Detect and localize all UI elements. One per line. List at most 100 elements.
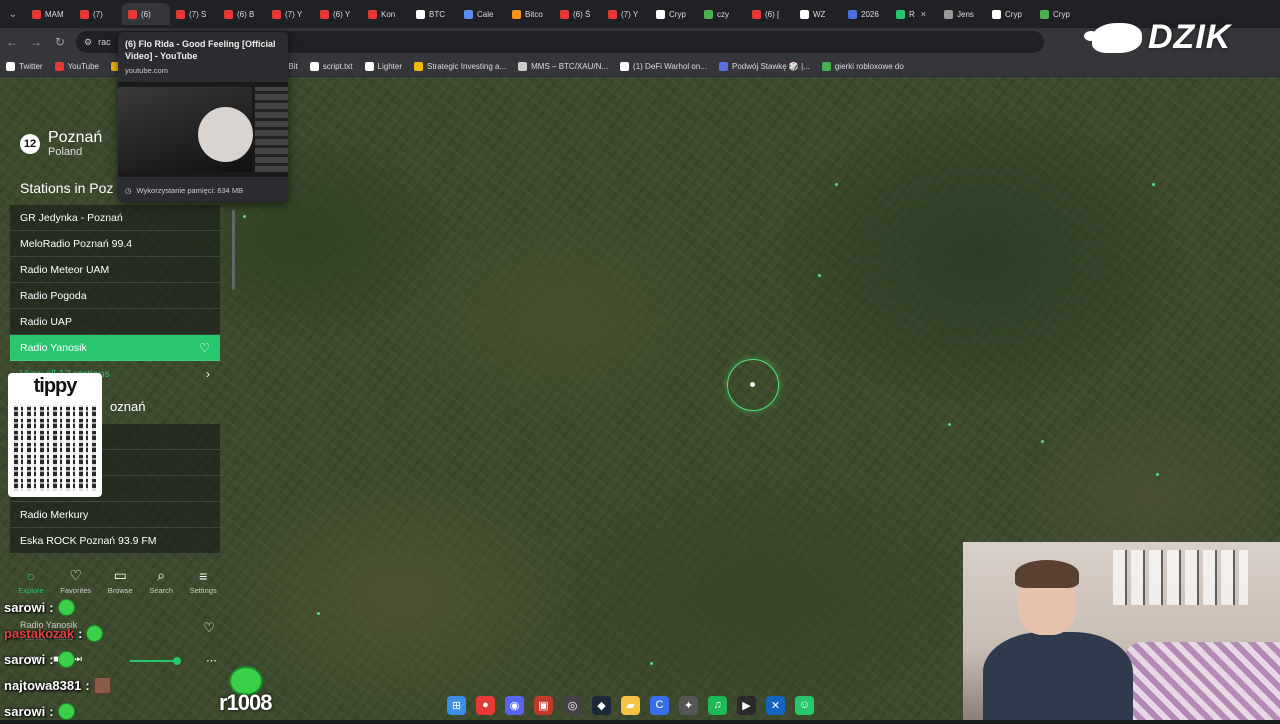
bookmark-item[interactable]: (1) DeFi Warhol on... (614, 61, 713, 71)
app-dark-icon[interactable]: ▶ (737, 695, 756, 715)
station-dot[interactable] (1152, 183, 1155, 186)
tab-label: R (909, 9, 915, 19)
nav-browse[interactable]: ▭ Browse (108, 567, 133, 595)
station-dot[interactable] (1156, 473, 1159, 476)
nearby-station-row[interactable]: Eska ROCK Poznań 93.9 FM (10, 528, 220, 554)
station-dot[interactable] (835, 183, 838, 186)
bookmark-item[interactable]: Podwój Stawkę 🎲 |... (713, 61, 816, 71)
station-row[interactable]: Radio Pogoda (10, 283, 220, 309)
bookmark-label: Twitter (19, 61, 43, 71)
tab-search-chevron-icon[interactable]: ⌄ (0, 9, 26, 20)
station-dot[interactable] (317, 612, 320, 615)
favorite-heart-icon[interactable]: ♡ (199, 341, 210, 355)
explore-icon: ○ (26, 567, 36, 584)
browser-tab[interactable]: Kon (362, 3, 410, 25)
tab-favicon-icon (320, 9, 329, 19)
chat-message: sarowi: (4, 594, 224, 620)
browser-tab[interactable]: Cale (458, 3, 506, 25)
hover-card-title: (6) Flo Rida - Good Feeling [Official Vi… (125, 39, 276, 61)
tippy-logo: tippy (33, 375, 78, 397)
browser-tab[interactable]: Cryp (650, 3, 698, 25)
country-name: Poland (48, 146, 83, 158)
browser-tab[interactable]: (7) Y (266, 3, 314, 25)
nav-settings[interactable]: ≡ Settings (190, 568, 217, 595)
spotify-icon[interactable]: ♫ (708, 695, 727, 715)
site-info-icon[interactable]: ⚙ (84, 37, 92, 48)
station-row[interactable]: Radio Yanosik ♡ (10, 335, 220, 361)
browser-tab[interactable]: Bitco (506, 3, 554, 25)
hover-card-url: youtube.com (125, 66, 168, 75)
bookmark-label: Podwój Stawkę 🎲 |... (732, 61, 810, 71)
steam-icon[interactable]: ◆ (592, 695, 611, 715)
station-dot[interactable] (650, 662, 653, 665)
browser-tab[interactable]: Cryp (1034, 3, 1082, 25)
chat-colon: : (49, 651, 54, 667)
bookmark-item[interactable]: Strategic Investing a... (408, 61, 512, 71)
browser-tab[interactable]: BTC (410, 3, 458, 25)
bookmark-item[interactable]: gierki robloxowe do (816, 61, 910, 71)
browser-tab[interactable]: (7) S (170, 3, 218, 25)
browser-tab[interactable]: MAM (26, 3, 74, 25)
nav-explore[interactable]: ○ Explore (18, 568, 43, 595)
chat-colon: : (85, 677, 90, 693)
bookmark-label: YouTube (67, 61, 99, 71)
memory-icon: ◷ (125, 186, 132, 195)
file-explorer-icon[interactable]: ▰ (621, 695, 640, 715)
tab-favicon-icon (800, 9, 809, 19)
station-row[interactable]: GR Jedynka - Poznań (10, 205, 220, 231)
tab-close-icon[interactable]: × (921, 9, 926, 19)
tab-favicon-icon (896, 9, 905, 19)
browser-tab[interactable]: czy (698, 3, 746, 25)
bookmark-item[interactable]: Lighter (359, 61, 408, 71)
browser-tab[interactable]: (6) (122, 3, 170, 25)
bookmark-item[interactable]: YouTube (49, 61, 105, 71)
bookmark-item[interactable]: Twitter (0, 61, 49, 71)
app-red-icon[interactable]: ▣ (534, 695, 553, 715)
station-row[interactable]: MeloRadio Poznań 99.4 (10, 231, 220, 257)
bookmark-favicon-icon (54, 61, 64, 71)
station-row[interactable]: Radio Meteor UAM (10, 257, 220, 283)
browser-tab[interactable]: (7) Y (602, 3, 650, 25)
station-name: GR Jedynka - Poznań (20, 211, 123, 224)
station-dot[interactable] (243, 215, 246, 218)
green-app-icon[interactable]: ☺ (795, 695, 814, 715)
tab-label: (6) Y (333, 9, 351, 19)
windows-start-icon[interactable]: ⊞ (447, 695, 466, 715)
browser-tab[interactable]: Jens (938, 3, 986, 25)
browser-tab[interactable]: 2026 (842, 3, 890, 25)
station-dot[interactable] (948, 423, 951, 426)
nav-favorites[interactable]: ♡ Favorites (60, 567, 91, 595)
obs-icon[interactable]: ◎ (563, 695, 582, 715)
settings-icon[interactable]: ✦ (679, 695, 698, 715)
app-blue-icon[interactable]: C (650, 695, 669, 715)
nav-search[interactable]: ⌕ Search (149, 567, 173, 595)
station-dot[interactable] (1041, 440, 1044, 443)
back-icon[interactable]: ← (0, 35, 24, 49)
browser-tab[interactable]: (7) (74, 3, 122, 25)
memory-usage: ◷ Wykorzystanie pamięci: 634 MB (125, 186, 243, 195)
browser-tab[interactable]: (6) [ (746, 3, 794, 25)
station-name: MeloRadio Poznań 99.4 (20, 237, 133, 250)
browser-tab[interactable]: WZ (794, 3, 842, 25)
bookmark-item[interactable]: MMS – BTC/XAU/N... (512, 61, 614, 71)
bookmark-item[interactable]: script.txt (304, 61, 359, 71)
nearby-station-row[interactable]: Radio Merkury (10, 502, 220, 528)
chrome-icon[interactable]: ● (476, 695, 495, 715)
browser-tab[interactable]: (6) B (218, 3, 266, 25)
station-dot[interactable] (818, 274, 821, 277)
forward-icon[interactable]: → (24, 35, 48, 49)
marker-center-dot (750, 382, 755, 387)
station-row[interactable]: Radio UAP (10, 309, 220, 335)
x-app-icon[interactable]: ✕ (766, 695, 785, 715)
browser-tab[interactable]: (6) Y (314, 3, 362, 25)
chat-message: sarowi: (4, 646, 224, 672)
selected-location-marker[interactable] (727, 359, 779, 411)
wall-frames (1113, 550, 1248, 605)
browser-tab[interactable]: R × (890, 3, 938, 25)
browser-tab[interactable]: (6) Ś (554, 3, 602, 25)
panel-scrollbar[interactable] (232, 210, 235, 290)
discord-icon[interactable]: ◉ (505, 695, 524, 715)
tab-favicon-icon (560, 9, 569, 19)
reload-icon[interactable]: ↻ (48, 35, 72, 49)
browser-tab[interactable]: Cryp (986, 3, 1034, 25)
